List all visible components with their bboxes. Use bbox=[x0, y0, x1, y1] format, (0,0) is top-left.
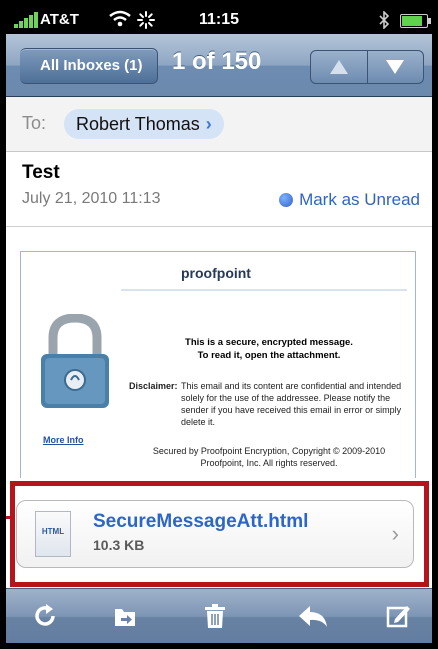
proofpoint-logo: proofpoint bbox=[181, 265, 251, 281]
message-date: July 21, 2010 11:13 bbox=[22, 190, 161, 207]
back-button-label: All Inboxes (1) bbox=[40, 57, 143, 74]
message-body: proofpoint This is a secure, encrypted m… bbox=[6, 227, 432, 481]
trash-icon[interactable] bbox=[198, 599, 232, 633]
device-frame-right bbox=[432, 0, 438, 649]
navigation-bar: All Inboxes (1) 1 of 150 bbox=[6, 34, 432, 97]
recipient-name: Robert Thomas bbox=[76, 114, 200, 134]
mail-screen: AT&T 11:15 All Inboxes (1) 1 of 150 To: … bbox=[0, 0, 438, 649]
up-arrow-icon bbox=[330, 60, 348, 74]
notice-line-1: This is a secure, encrypted message. bbox=[185, 337, 353, 348]
refresh-icon[interactable] bbox=[28, 599, 62, 633]
recipient-chip[interactable]: Robert Thomas › bbox=[64, 109, 224, 139]
mark-as-unread-button[interactable]: Mark as Unread bbox=[279, 190, 420, 210]
device-frame-bottom bbox=[0, 643, 438, 649]
bluetooth-icon bbox=[379, 11, 390, 29]
more-info-link[interactable]: More Info bbox=[43, 435, 84, 445]
mark-as-unread-label: Mark as Unread bbox=[299, 190, 420, 209]
secured-line-1: Secured by Proofpoint Encryption, Copyri… bbox=[152, 446, 386, 456]
bottom-toolbar bbox=[6, 588, 432, 644]
battery-icon bbox=[400, 14, 431, 28]
chevron-right-icon: › bbox=[205, 114, 212, 134]
highlight-frame bbox=[10, 481, 429, 587]
disclaimer-text: This email and its content are confident… bbox=[181, 381, 402, 427]
previous-message-button[interactable] bbox=[311, 51, 368, 83]
message-subject: Test bbox=[22, 162, 60, 183]
padlock-icon bbox=[41, 314, 109, 408]
encrypted-message-card: proofpoint This is a secure, encrypted m… bbox=[20, 251, 416, 481]
notice-line-2: To read it, open the attachment. bbox=[197, 350, 341, 361]
disclaimer: Disclaimer: This email and its content a… bbox=[129, 380, 409, 428]
divider bbox=[121, 289, 407, 291]
unread-dot-icon bbox=[279, 193, 294, 207]
message-navigation-control bbox=[310, 50, 424, 84]
message-position: 1 of 150 bbox=[172, 48, 262, 75]
down-arrow-icon bbox=[386, 60, 404, 74]
secured-line-2: Proofpoint, Inc. All rights reserved. bbox=[200, 458, 338, 468]
status-time: 11:15 bbox=[198, 11, 240, 28]
recipient-row: To: Robert Thomas › bbox=[6, 97, 432, 152]
device-frame-left bbox=[0, 0, 6, 649]
device-frame-top bbox=[0, 0, 438, 6]
copyright-notice: Secured by Proofpoint Encryption, Copyri… bbox=[131, 445, 407, 469]
status-bar: AT&T 11:15 bbox=[6, 6, 432, 34]
disclaimer-label: Disclaimer: bbox=[129, 381, 178, 391]
move-folder-icon[interactable] bbox=[108, 599, 142, 633]
to-label: To: bbox=[22, 113, 47, 133]
compose-icon[interactable] bbox=[382, 599, 416, 633]
next-message-button[interactable] bbox=[367, 51, 423, 83]
message-header: Test July 21, 2010 11:13 Mark as Unread bbox=[6, 152, 432, 227]
reply-icon[interactable] bbox=[296, 599, 330, 633]
back-to-inboxes-button[interactable]: All Inboxes (1) bbox=[20, 48, 158, 84]
encryption-notice: This is a secure, encrypted message. To … bbox=[131, 336, 407, 362]
